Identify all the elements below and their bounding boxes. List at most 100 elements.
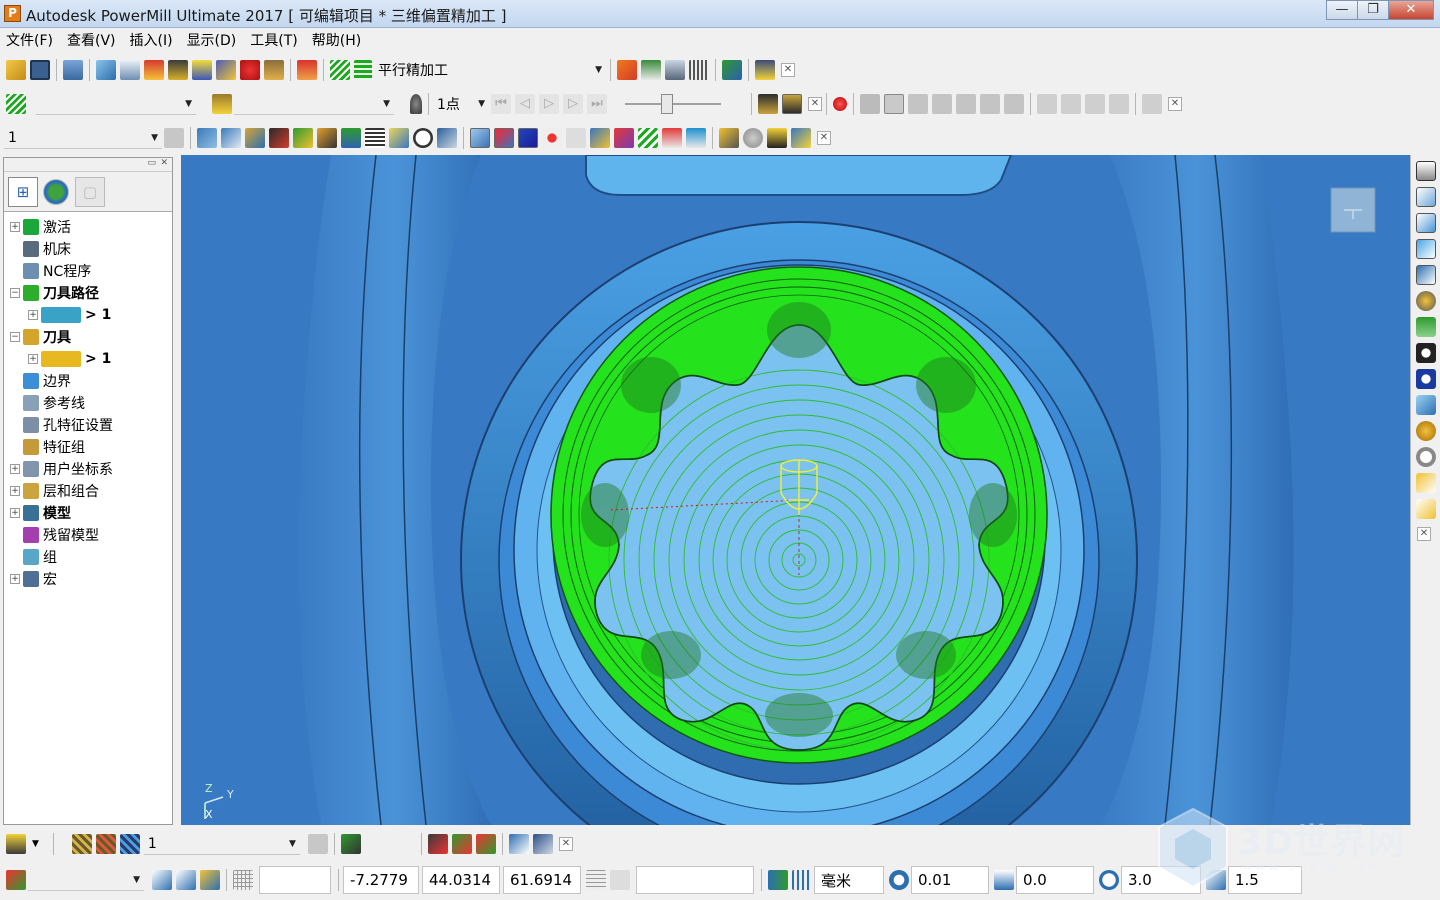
clock-icon[interactable] bbox=[413, 128, 433, 148]
start-point-icon[interactable] bbox=[240, 60, 260, 80]
menu-file[interactable]: 文件(F) bbox=[6, 30, 53, 50]
ruler-icon[interactable] bbox=[689, 60, 709, 80]
menu-help[interactable]: 帮助(H) bbox=[312, 30, 361, 50]
camera-icon[interactable] bbox=[1142, 94, 1162, 114]
point-mode-dropdown[interactable]: 1点 ▼ bbox=[433, 93, 489, 115]
zoom-icon[interactable] bbox=[1415, 291, 1436, 311]
play-icon[interactable]: ▷ bbox=[539, 94, 559, 114]
toolbar-close-icon[interactable]: ✕ bbox=[558, 837, 573, 851]
tree-node[interactable]: + > 1 bbox=[4, 348, 172, 370]
workplane-dropdown[interactable]: ▼ bbox=[28, 869, 144, 891]
tree-node[interactable]: 残留模型 bbox=[4, 524, 172, 546]
tool-rotate-icon[interactable] bbox=[340, 834, 361, 854]
step-forward-icon[interactable]: ▷ bbox=[563, 94, 583, 114]
tree-node[interactable]: − 刀具路径 bbox=[4, 282, 172, 304]
shaded-model-icon[interactable] bbox=[1415, 395, 1436, 415]
table-icon[interactable] bbox=[1109, 94, 1129, 114]
tool-dropdown[interactable]: ▼ bbox=[234, 93, 394, 115]
fix-model-icon[interactable] bbox=[317, 128, 337, 148]
draft-view-icon[interactable] bbox=[494, 128, 514, 148]
tree-node[interactable]: + 模型 bbox=[4, 502, 172, 524]
expand-toggle-icon[interactable]: − bbox=[10, 332, 20, 342]
stepover-icon[interactable] bbox=[1206, 870, 1226, 890]
grid-icon[interactable] bbox=[233, 870, 253, 890]
open-folder-icon[interactable] bbox=[6, 60, 26, 80]
stock-model-active-icon[interactable] bbox=[782, 94, 802, 114]
menu-view[interactable]: 查看(V) bbox=[67, 30, 116, 50]
expand-toggle-icon[interactable]: + bbox=[10, 464, 20, 474]
close-icon[interactable]: ✕ bbox=[160, 158, 168, 168]
stock-layer-dropdown[interactable]: 1 ▼ bbox=[143, 833, 300, 855]
layer-dropdown[interactable]: 1 ▼ bbox=[4, 127, 162, 149]
diameter-field[interactable]: 3.0 bbox=[1121, 866, 1201, 894]
tree-node[interactable]: NC程序 bbox=[4, 260, 172, 282]
toolpath-strategy-field[interactable]: 平行精加工 ▼ bbox=[374, 59, 606, 81]
chevron-down-icon[interactable]: ▼ bbox=[289, 839, 296, 849]
rapid-move-icon[interactable] bbox=[120, 60, 140, 80]
toolbar-close-icon[interactable]: ✕ bbox=[808, 97, 822, 111]
toolbar-close-icon[interactable]: ✕ bbox=[1168, 97, 1182, 111]
tree-node[interactable]: + > 1 bbox=[4, 304, 172, 326]
step-back-icon[interactable]: ◁ bbox=[515, 94, 535, 114]
chevron-down-icon[interactable]: ▼ bbox=[185, 99, 192, 109]
blue-stock-icon[interactable] bbox=[686, 128, 706, 148]
verify-icon[interactable] bbox=[641, 60, 661, 80]
collision-icon[interactable] bbox=[1061, 94, 1081, 114]
chevron-down-icon[interactable]: ▼ bbox=[383, 99, 390, 109]
connect-icon[interactable] bbox=[566, 128, 586, 148]
tree-node[interactable]: + 用户坐标系 bbox=[4, 458, 172, 480]
maximize-button[interactable]: ❐ bbox=[1357, 0, 1389, 20]
probe-icon[interactable] bbox=[410, 94, 422, 114]
restore-icon[interactable]: ▭ bbox=[147, 158, 156, 168]
tree-node[interactable]: − 刀具 bbox=[4, 326, 172, 348]
ruler-scale-icon[interactable] bbox=[792, 870, 812, 890]
stock-grid-icon[interactable] bbox=[71, 834, 92, 854]
expand-toggle-icon[interactable]: + bbox=[10, 508, 20, 518]
expand-toggle-icon[interactable]: + bbox=[28, 354, 38, 364]
compare-icon[interactable] bbox=[427, 834, 448, 854]
units-icon[interactable] bbox=[768, 870, 788, 890]
zoom-box-icon[interactable] bbox=[1415, 369, 1436, 389]
tolerance-icon[interactable] bbox=[889, 870, 909, 890]
magnet-icon[interactable] bbox=[297, 60, 317, 80]
expand-toggle-icon[interactable]: + bbox=[28, 310, 38, 320]
tree-node[interactable]: + 层和组合 bbox=[4, 480, 172, 502]
machine-icon[interactable] bbox=[1037, 94, 1057, 114]
toolpath-select-icon[interactable] bbox=[6, 94, 26, 114]
shaded-view-icon[interactable] bbox=[470, 128, 490, 148]
transform-tool-icon[interactable] bbox=[437, 128, 457, 148]
tool-magnet-icon[interactable] bbox=[6, 834, 26, 854]
measure-icon[interactable] bbox=[590, 128, 610, 148]
expand-toggle-icon[interactable]: − bbox=[10, 288, 20, 298]
grid-field[interactable] bbox=[259, 866, 331, 894]
pen-icon[interactable] bbox=[508, 834, 529, 854]
color-icon[interactable] bbox=[614, 128, 634, 148]
workplane-icon[interactable] bbox=[6, 870, 26, 890]
zoom-area-icon[interactable] bbox=[719, 128, 739, 148]
block-icon[interactable] bbox=[96, 60, 116, 80]
list-icon[interactable] bbox=[365, 128, 385, 148]
transform-model-icon[interactable] bbox=[197, 128, 217, 148]
tolerance-field[interactable]: 0.01 bbox=[911, 866, 989, 894]
surface-icon[interactable] bbox=[221, 128, 241, 148]
render-icon[interactable] bbox=[908, 94, 928, 114]
expand-toggle-icon[interactable]: + bbox=[10, 574, 20, 584]
tree-node[interactable]: 特征组 bbox=[4, 436, 172, 458]
fit-icon[interactable] bbox=[1415, 343, 1436, 363]
leads-links-icon[interactable] bbox=[216, 60, 236, 80]
render3-icon[interactable] bbox=[956, 94, 976, 114]
shading-icon[interactable] bbox=[860, 94, 880, 114]
toolpath-dropdown[interactable]: ▼ bbox=[36, 93, 196, 115]
sheet-icon[interactable] bbox=[341, 128, 361, 148]
undo-select-icon[interactable] bbox=[1415, 499, 1436, 519]
toolbar-close-icon[interactable]: ✕ bbox=[781, 63, 795, 77]
record-icon[interactable] bbox=[833, 97, 847, 111]
tree-node[interactable]: 边界 bbox=[4, 370, 172, 392]
light-icon[interactable] bbox=[743, 128, 763, 148]
menu-insert[interactable]: 插入(I) bbox=[130, 30, 173, 50]
view-iso-icon[interactable] bbox=[1415, 265, 1436, 285]
tree-node[interactable]: + 宏 bbox=[4, 568, 172, 590]
wireframe-icon[interactable] bbox=[245, 128, 265, 148]
save-icon[interactable] bbox=[30, 60, 50, 80]
tab-recycle-bin[interactable]: ▢ bbox=[75, 176, 105, 207]
